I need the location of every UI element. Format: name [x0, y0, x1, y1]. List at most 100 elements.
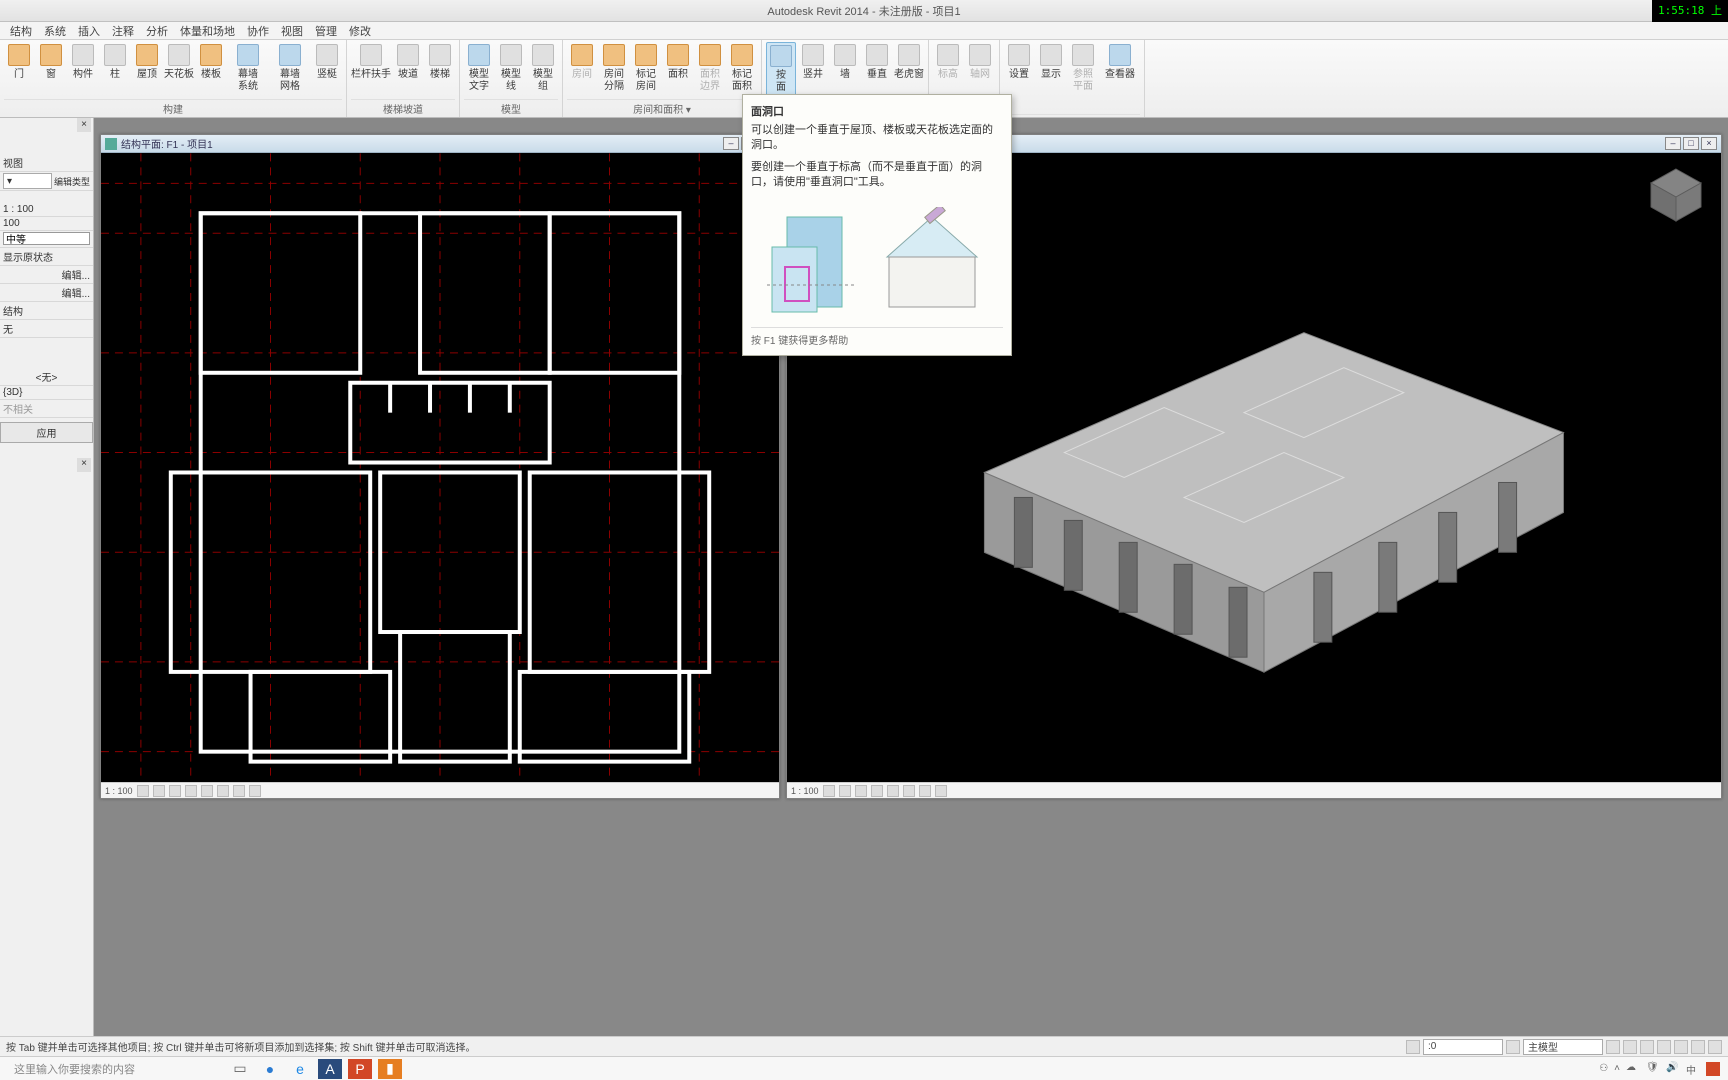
footer-icon[interactable] — [185, 785, 197, 797]
minimize-icon[interactable]: – — [723, 137, 739, 150]
ribbon-button[interactable]: 构件 — [68, 42, 98, 99]
3d-scale[interactable]: 1 : 100 — [791, 786, 819, 796]
footer-icon[interactable] — [217, 785, 229, 797]
close-icon[interactable]: × — [77, 118, 91, 132]
ribbon-button[interactable]: 竖梃 — [312, 42, 342, 99]
ribbon-button[interactable]: 模型组 — [528, 42, 558, 99]
system-tray: ⚇ ˄ ☁ 🛡 🔊 中 — [1591, 1062, 1728, 1076]
footer-icon[interactable] — [919, 785, 931, 797]
workset-combo[interactable]: 主模型 — [1523, 1039, 1603, 1055]
footer-icon[interactable] — [233, 785, 245, 797]
ribbon-label: 幕墙系统 — [238, 69, 258, 93]
ribbon-button[interactable]: 窗 — [36, 42, 66, 99]
tray-volume-icon[interactable]: 🔊 — [1666, 1062, 1680, 1076]
status-icon[interactable] — [1606, 1040, 1620, 1054]
tab-view[interactable]: 视图 — [281, 23, 303, 39]
plan-scale[interactable]: 1 : 100 — [105, 786, 133, 796]
ribbon-button[interactable]: 屋顶 — [132, 42, 162, 99]
show-original[interactable]: 显示原状态 — [0, 248, 93, 266]
tab-massing[interactable]: 体量和场地 — [180, 23, 235, 39]
ribbon-button[interactable]: 天花板 — [164, 42, 194, 99]
maximize-icon[interactable]: □ — [1683, 137, 1699, 150]
footer-icon[interactable] — [153, 785, 165, 797]
ribbon-button[interactable]: 模型线 — [496, 42, 526, 99]
footer-icon[interactable] — [855, 785, 867, 797]
status-icon[interactable] — [1506, 1040, 1520, 1054]
tab-insert[interactable]: 插入 — [78, 23, 100, 39]
edit-button-1[interactable]: 编辑... — [0, 266, 93, 284]
taskbar-search[interactable]: 这里输入你要搜索的内容 — [0, 1061, 220, 1077]
ribbon-label: 房间 — [572, 69, 592, 81]
tab-collaborate[interactable]: 协作 — [247, 23, 269, 39]
ribbon-button[interactable]: 显示 — [1036, 42, 1066, 114]
plan-viewport[interactable] — [101, 153, 779, 782]
ribbon-button[interactable]: 幕墙系统 — [228, 42, 268, 99]
tab-analyze[interactable]: 分析 — [146, 23, 168, 39]
ribbon-button[interactable]: 房间分隔 — [599, 42, 629, 99]
tab-systems[interactable]: 系统 — [44, 23, 66, 39]
footer-icon[interactable] — [903, 785, 915, 797]
scale-display[interactable]: 1 : 100 — [0, 203, 93, 217]
task-view-icon[interactable]: ▭ — [228, 1059, 252, 1079]
ribbon-button[interactable]: 面积 — [663, 42, 693, 99]
apply-button[interactable]: 应用 — [0, 422, 93, 443]
doc-plan-titlebar[interactable]: 结构平面: F1 - 项目1 – □ × — [101, 135, 779, 153]
status-icon[interactable] — [1691, 1040, 1705, 1054]
tab-manage[interactable]: 管理 — [315, 23, 337, 39]
footer-icon[interactable] — [201, 785, 213, 797]
ribbon-icon — [397, 44, 419, 66]
status-zero[interactable]: :0 — [1423, 1039, 1503, 1055]
tab-annotate[interactable]: 注释 — [112, 23, 134, 39]
ribbon-label: 房间分隔 — [604, 69, 624, 93]
ribbon-button[interactable]: 查看器 — [1100, 42, 1140, 114]
edit-button-2[interactable]: 编辑... — [0, 284, 93, 302]
status-icon[interactable] — [1674, 1040, 1688, 1054]
ribbon-button[interactable]: 楼板 — [196, 42, 226, 99]
value-none-bracket[interactable]: <无> — [0, 368, 93, 386]
footer-icon[interactable] — [823, 785, 835, 797]
view-cube[interactable] — [1641, 161, 1711, 231]
tray-app-icon[interactable] — [1706, 1062, 1720, 1076]
footer-icon[interactable] — [935, 785, 947, 797]
tray-people-icon[interactable]: ⚇ — [1599, 1063, 1608, 1074]
app-icon[interactable]: ▮ — [378, 1059, 402, 1079]
ribbon-button[interactable]: 标记面积 — [727, 42, 757, 99]
footer-icon[interactable] — [249, 785, 261, 797]
edit-type-button[interactable]: 编辑类型 — [54, 175, 90, 188]
ribbon-button[interactable]: 楼梯 — [425, 42, 455, 99]
tab-modify[interactable]: 修改 — [349, 23, 371, 39]
footer-icon[interactable] — [887, 785, 899, 797]
filter-icon[interactable] — [1708, 1040, 1722, 1054]
type-selector[interactable]: ▾ — [3, 173, 52, 189]
status-icon[interactable] — [1657, 1040, 1671, 1054]
detail-level-input[interactable] — [3, 232, 90, 245]
status-icon[interactable] — [1640, 1040, 1654, 1054]
footer-icon[interactable] — [839, 785, 851, 797]
tray-icon[interactable]: ☁ — [1626, 1062, 1640, 1076]
ribbon-button[interactable]: 门 — [4, 42, 34, 99]
close-icon[interactable]: × — [1701, 137, 1717, 150]
minimize-icon[interactable]: – — [1665, 137, 1681, 150]
revit-taskbar-icon[interactable]: A — [318, 1059, 342, 1079]
cortana-icon[interactable]: ● — [258, 1059, 282, 1079]
status-icon[interactable] — [1406, 1040, 1420, 1054]
ribbon-button[interactable]: 模型文字 — [464, 42, 494, 99]
ribbon-button[interactable]: 标记房间 — [631, 42, 661, 99]
powerpoint-icon[interactable]: P — [348, 1059, 372, 1079]
footer-icon[interactable] — [169, 785, 181, 797]
ribbon-button[interactable]: 柱 — [100, 42, 130, 99]
ribbon-button[interactable]: 栏杆扶手 — [351, 42, 391, 99]
ribbon-icon — [1008, 44, 1030, 66]
ribbon-button[interactable]: 坡道 — [393, 42, 423, 99]
ribbon-button[interactable]: 幕墙网格 — [270, 42, 310, 99]
tray-chevron-icon[interactable]: ˄ — [1614, 1063, 1620, 1074]
edge-icon[interactable]: e — [288, 1059, 312, 1079]
close-icon-2[interactable]: × — [77, 458, 91, 472]
tab-structure[interactable]: 结构 — [10, 23, 32, 39]
footer-icon[interactable] — [137, 785, 149, 797]
tray-ime-icon[interactable]: 中 — [1686, 1062, 1700, 1076]
status-bar: 按 Tab 键并单击可选择其他项目; 按 Ctrl 键并单击可将新项目添加到选择… — [0, 1036, 1728, 1056]
status-icon[interactable] — [1623, 1040, 1637, 1054]
footer-icon[interactable] — [871, 785, 883, 797]
tray-shield-icon[interactable]: 🛡 — [1646, 1062, 1660, 1076]
